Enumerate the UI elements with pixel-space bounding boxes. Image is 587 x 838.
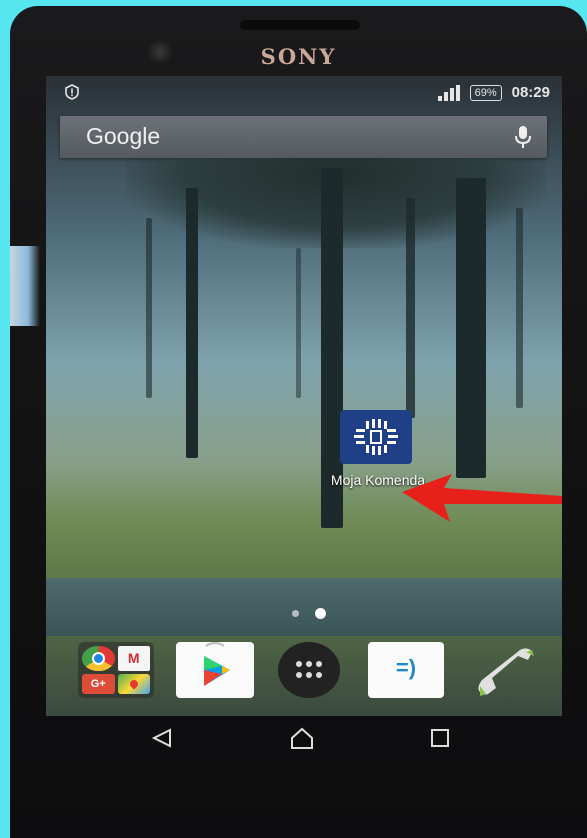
clock: 08:29 [511, 84, 550, 101]
google-search-bar[interactable]: Google [60, 116, 547, 158]
page-dot [292, 610, 299, 617]
phone-device: SONY 69% 08:29 Google Moja Komenda M G+ … [10, 6, 587, 838]
home-icon[interactable] [282, 718, 322, 758]
maps-icon [117, 673, 150, 694]
phone-icon[interactable] [470, 642, 540, 698]
microphone-icon[interactable] [513, 125, 533, 149]
messaging-icon[interactable]: =) [368, 642, 444, 698]
brand-logo: SONY [260, 44, 337, 69]
google-plus-icon: G+ [82, 673, 115, 694]
google-logo: Google [86, 123, 161, 149]
back-icon[interactable] [142, 718, 182, 758]
dock: M G+ =) [46, 642, 562, 706]
recents-icon[interactable] [420, 718, 460, 758]
chrome-icon [82, 646, 115, 671]
red-arrow-icon [402, 474, 562, 522]
navigation-bar [130, 718, 470, 758]
battery-indicator: 69% [469, 84, 502, 101]
play-store-icon[interactable] [176, 642, 254, 698]
page-indicator [292, 608, 326, 619]
screen-glare [10, 246, 40, 326]
wallpaper-lake [46, 578, 562, 636]
google-apps-folder[interactable]: M G+ [78, 642, 154, 698]
page-dot-active [315, 608, 326, 619]
shield-alert-icon [64, 84, 80, 103]
gmail-icon: M [117, 646, 150, 671]
svg-text:=): =) [396, 655, 416, 680]
app-drawer-icon[interactable] [278, 642, 340, 698]
signal-icon [437, 84, 460, 101]
status-bar: 69% 08:29 [46, 84, 562, 106]
moja-komenda-icon[interactable] [340, 410, 412, 464]
home-screen: 69% 08:29 Google Moja Komenda M G+ =) [46, 76, 562, 716]
earpiece-speaker [240, 20, 360, 30]
